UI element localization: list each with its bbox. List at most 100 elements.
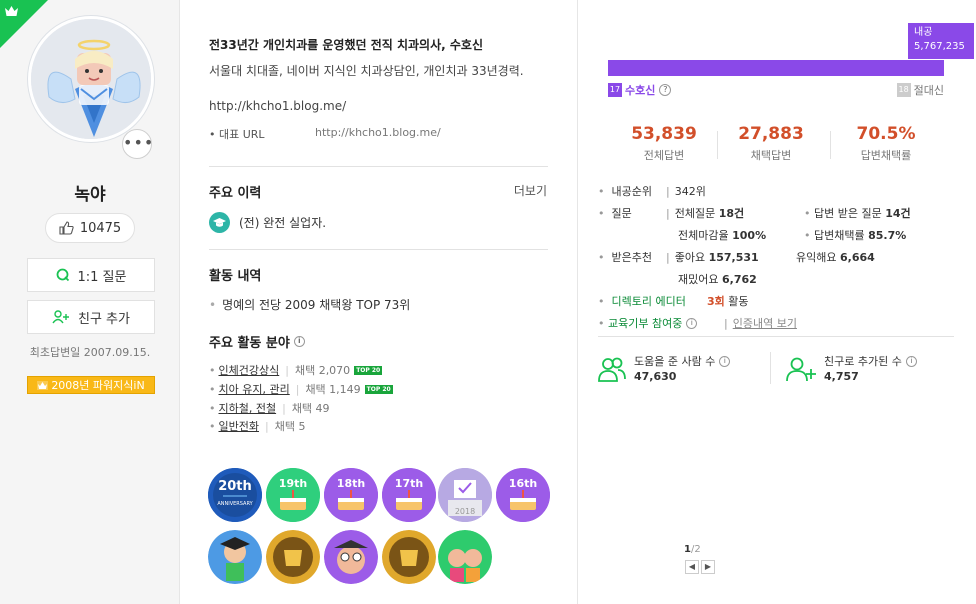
svg-text:19th: 19th [279,477,307,490]
progress-bar-fill [608,60,944,76]
current-rank: 17 수호신 ? [608,82,672,98]
career-more-link[interactable]: 더보기 [514,182,547,199]
editor-row: • 디렉토리 에디터 [598,295,686,308]
svg-text:17th: 17th [395,477,423,490]
field-name-link[interactable]: 일반전화 [219,418,259,434]
anniversary-16th-badge[interactable]: 16th [496,468,550,522]
first-answer-date: 최초답변일 2007.09.15. [29,346,151,359]
edu-donation-row: • 교육기부 참여중 i [598,315,698,331]
info-icon[interactable]: i [293,336,305,347]
avatar [28,16,154,142]
total-questions: | 전체질문 18건 [666,207,745,220]
editor-count: 3회 활동 [707,295,749,308]
svg-text:18th: 18th [337,477,365,490]
anniversary-20th-badge[interactable]: 20th ANNIVERSARY [208,468,262,522]
info-icon[interactable]: i [686,317,698,329]
gold-14-badge[interactable] [382,530,436,584]
question-button-label: 1:1 질문 [77,269,127,285]
career-item-text: (전) 완전 실업자. [239,216,327,230]
like-button[interactable]: 10475 [45,213,135,243]
field-count: 채택 2,070 [294,364,351,377]
profile-sidebar: ••• 녹야 10475 1:1 질문 친구 추가 최초답변일 2007.09.… [0,0,180,604]
fun-recommend: 재밌어요 6,762 [678,273,757,286]
stat-adopted-answers: 27,883 채택답변 [738,124,804,162]
blog-url[interactable]: http://khcho1.blog.me/ [209,99,549,113]
info-icon[interactable]: i [719,355,731,367]
like-recommend: | 좋아요 157,531 [666,251,759,264]
profile-headline: 전33년간 개인치과를 운영했던 전직 치과의사, 수호신 [209,38,483,52]
next-rank-name: 절대신 [913,84,944,97]
closed-rate: 전체마감율 100% [678,229,767,242]
current-rank-name: 수호신 [625,84,656,97]
stats-panel: 내공 5,767,235 17 수호신 ? 18 절대신 53,839 전체답변 … [578,0,976,604]
field-item: • 지하철, 전철 | 채택 49 [209,400,330,416]
rep-url-link[interactable]: http://khcho1.blog.me/ [315,126,441,142]
graduate-character-badge[interactable] [208,530,262,584]
svg-text:ANNIVERSARY: ANNIVERSARY [217,501,253,507]
field-count: 채택 1,149 [305,383,361,396]
certification-link[interactable]: 인증내역 보기 [733,317,797,330]
question-row-label: • 질문 [598,207,632,220]
stat-total-answers: 53,839 전체답변 [631,124,697,162]
top20-badge: TOP 20 [364,384,393,394]
svg-text:2018: 2018 [455,507,475,516]
crown-icon [5,6,18,16]
ballot-2018-badge[interactable]: 2018 [438,468,492,522]
divider [598,336,954,337]
field-count: 채택 5 [274,420,306,433]
angel-character-image [31,19,151,139]
thumbs-up-icon [59,221,74,235]
more-options-button[interactable]: ••• [122,129,153,159]
svg-text:16th: 16th [509,477,537,490]
fields-title: 주요 활동 분야 [209,336,290,351]
power-badge-label: 2008년 파워지식iN [51,379,145,392]
couple-character-badge[interactable] [438,530,492,584]
question-button[interactable]: 1:1 질문 [27,258,155,292]
answered-questions: • 답변 받은 질문 14건 [804,207,911,220]
activity-item-text: 명예의 전당 2009 채택왕 TOP 73위 [222,298,411,312]
rep-url-label: • 대표 URL [209,128,265,141]
useful-recommend: 유익해요 6,664 [796,251,875,264]
anniversary-17th-badge[interactable]: 17th [382,468,436,522]
crown-small-icon [37,380,49,390]
helped-label-row: 도움을 준 사람 수i [634,353,731,369]
profile-main: 전33년간 개인치과를 운영했던 전직 치과의사, 수호신 서울대 치대졸, 네… [180,0,715,604]
svg-text:20th: 20th [218,479,252,494]
field-name-link[interactable]: 인체건강상식 [219,362,280,378]
profile-description: 서울대 치대졸, 네이버 지식인 치과상담인, 개인치과 33년경력. [209,64,524,78]
gold-15-badge[interactable] [266,530,320,584]
add-friend-label: 친구 추가 [78,311,130,327]
activity-title: 활동 내역 [209,269,262,284]
divider [209,166,548,167]
stat-adoption-rate: 70.5% 답변채택률 [856,124,916,162]
field-item: • 일반전화 | 채택 5 [209,418,306,434]
career-item: (전) 완전 실업자. [209,212,549,233]
field-item: • 인체건강상식 | 채택 2,070 TOP 20 [209,362,383,378]
naegong-title: 내공 [914,27,933,38]
add-friend-large-icon [786,357,816,382]
field-item: • 치아 유지, 관리 | 채택 1,149 TOP 20 [209,381,393,397]
glasses-character-badge[interactable] [324,530,378,584]
anniversary-19th-badge[interactable]: 19th [266,468,320,522]
anniversary-18th-badge[interactable]: 18th [324,468,378,522]
add-friend-button[interactable]: 친구 추가 [27,300,155,334]
friend-added-count: 4,757 [824,370,859,383]
info-icon[interactable]: i [905,355,917,367]
nickname: 녹야 [74,185,106,205]
divider [770,352,771,384]
naegong-rank-value: | 342위 [666,185,706,198]
top20-badge: TOP 20 [354,365,383,375]
field-count: 채택 49 [291,402,330,415]
divider [209,249,548,250]
representative-url-row: • 대표 URL http://khcho1.blog.me/ [209,126,549,142]
activity-item: • 명예의 전당 2009 채택왕 TOP 73위 [209,298,411,312]
field-name-link[interactable]: 지하철, 전철 [219,400,277,416]
naegong-tooltip: 내공 5,767,235 [908,23,974,59]
field-name-link[interactable]: 치아 유지, 관리 [219,381,290,397]
help-icon[interactable]: ? [659,84,672,96]
recommend-row-label: • 받은추천 [598,251,652,264]
question-q-icon [56,268,69,282]
question-adopt-rate: • 답변채택률 85.7% [804,229,907,242]
fields-title-row: 주요 활동 분야 i [209,332,549,351]
helped-count: 47,630 [634,370,677,383]
